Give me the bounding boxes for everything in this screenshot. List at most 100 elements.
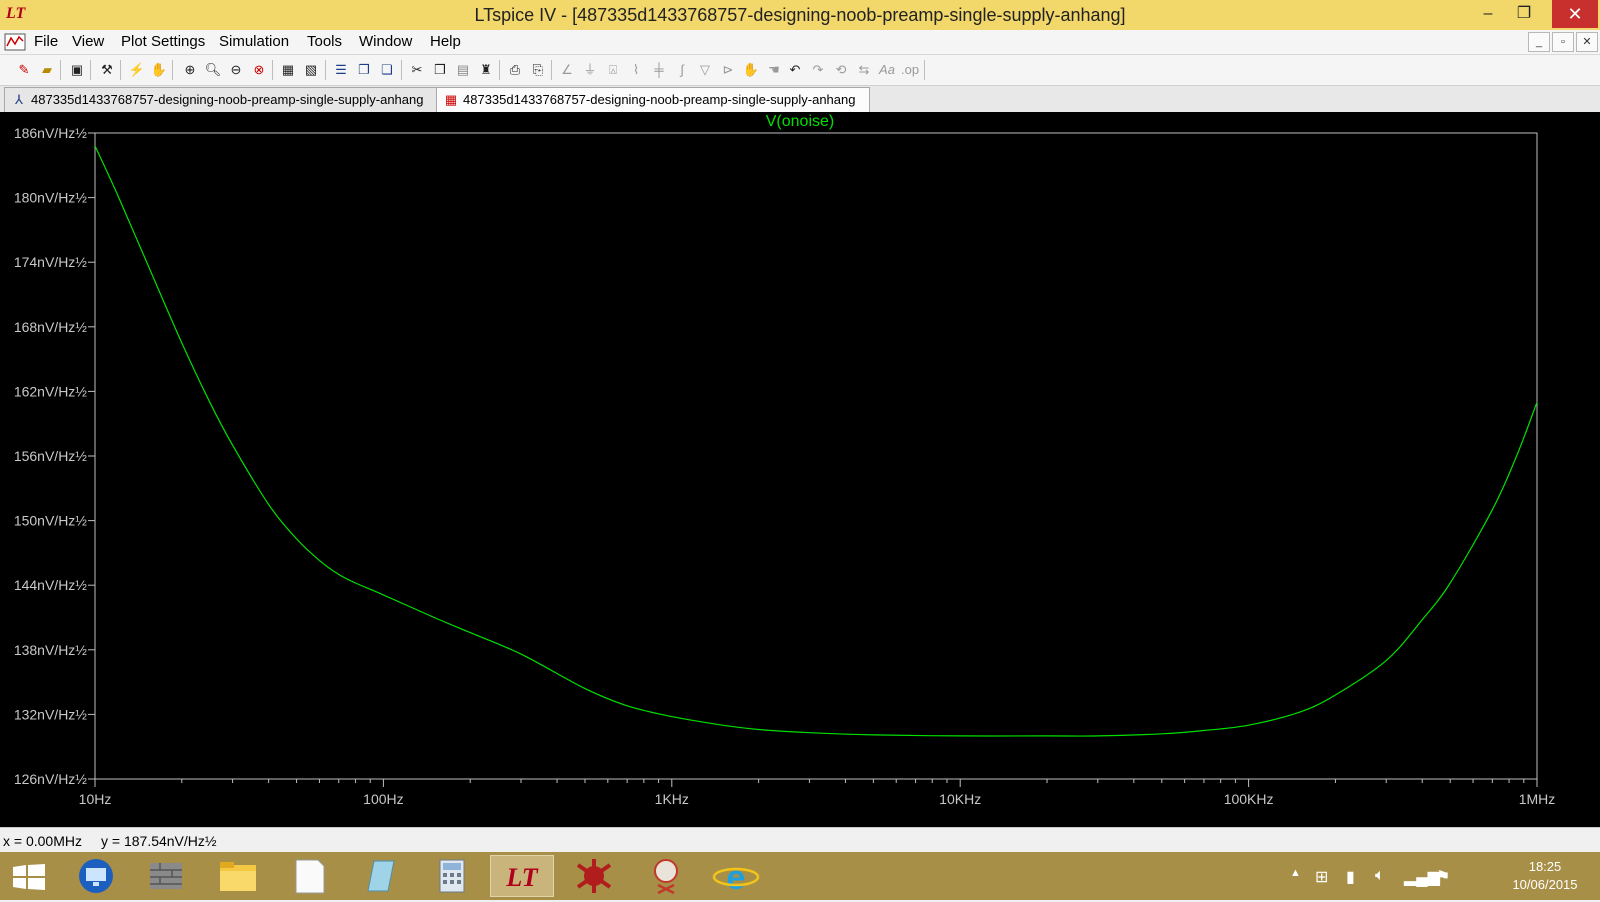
tile-horizontal-icon[interactable]: ☰	[332, 61, 350, 79]
component-icon[interactable]: ⊳	[719, 61, 737, 79]
ground-icon[interactable]: ⏚	[581, 61, 599, 79]
start-icon[interactable]	[13, 864, 45, 890]
tab-schematic[interactable]: ⅄ 487335d1433768757-designing-noob-preamp…	[4, 87, 438, 112]
find-icon[interactable]: ♜	[477, 61, 495, 79]
drag-icon[interactable]: ☚	[765, 61, 783, 79]
redo-icon[interactable]: ↷	[809, 61, 827, 79]
network-signal-icon[interactable]: ▂▄▆	[1404, 867, 1440, 887]
waveform-window-icon[interactable]	[4, 32, 26, 52]
mdi-restore-button[interactable]: ▫	[1552, 32, 1574, 52]
clock-time: 18:25	[1528, 859, 1562, 874]
print-icon[interactable]: ⎘	[529, 61, 547, 79]
tab-label: 487335d1433768757-designing-noob-preamp-…	[463, 92, 856, 107]
system-clock[interactable]: 18:25 10/06/2015	[1500, 858, 1590, 894]
menu-help[interactable]: Help	[430, 33, 461, 50]
y-tick-label: 180nV/Hz½	[14, 190, 87, 206]
run-icon[interactable]: ⚡	[128, 61, 146, 79]
toolbar-separator	[60, 60, 61, 80]
notepad-icon[interactable]	[348, 855, 412, 897]
inductor-icon[interactable]: ∫	[673, 61, 691, 79]
file-explorer-icon[interactable]	[206, 855, 270, 897]
minimize-button[interactable]: –	[1470, 0, 1506, 28]
resistor-icon[interactable]: ⌇	[627, 61, 645, 79]
zoom-cancel-icon[interactable]: ⊗	[250, 61, 268, 79]
internet-explorer-icon[interactable]: e	[704, 855, 768, 897]
ltspice-icon[interactable]: LT	[490, 855, 554, 897]
save-icon[interactable]: ▣	[68, 61, 86, 79]
zoom-box-icon[interactable]: 🔍︎	[204, 61, 222, 79]
mirror-icon[interactable]: ⇆	[855, 61, 873, 79]
y-tick-label: 132nV/Hz½	[14, 706, 87, 722]
wire-icon[interactable]: ∠	[558, 61, 576, 79]
window-title: LTspice IV - [487335d1433768757-designin…	[474, 5, 1126, 25]
tile-vertical-icon[interactable]: ❏	[378, 61, 396, 79]
calculator-icon[interactable]	[420, 855, 484, 897]
zoom-out-icon[interactable]: ⊖	[227, 61, 245, 79]
cut-icon[interactable]: ✂	[408, 61, 426, 79]
noise-chart[interactable]: 186nV/Hz½ 180nV/Hz½ 174nV/Hz½ 168nV/Hz½ 162n…	[0, 112, 1600, 827]
waveform-plot[interactable]: V(onoise) 186nV/Hz½ 180nV/Hz½ 174nV/Hz½ 168…	[0, 112, 1600, 827]
x-tick-label: 1KHz	[655, 791, 689, 807]
cascade-icon[interactable]: ❐	[355, 61, 373, 79]
menu-simulation[interactable]: Simulation	[219, 33, 289, 50]
menu-window[interactable]: Window	[359, 33, 412, 50]
schematic-icon: ⅄	[15, 92, 23, 107]
print-preview-icon[interactable]: ⎙	[506, 61, 524, 79]
notification-flag-icon[interactable]: ⚑	[1436, 867, 1450, 887]
new-schematic-icon[interactable]: ✎	[15, 61, 33, 79]
menu-file[interactable]: File	[34, 33, 58, 50]
spice-directive-icon[interactable]: .op	[901, 61, 919, 79]
tab-waveform[interactable]: ▦ 487335d1433768757-designing-noob-preamp…	[436, 87, 870, 112]
y-tick-label: 174nV/Hz½	[14, 254, 87, 270]
y-tick-label: 144nV/Hz½	[14, 577, 87, 593]
label-icon[interactable]: ⍓	[604, 61, 622, 79]
cursor-x-readout: x = 0.00MHz	[3, 833, 82, 849]
maximize-button[interactable]: ❐	[1506, 0, 1542, 28]
toolbar-separator	[401, 60, 402, 80]
show-hidden-icons-icon[interactable]: ▲	[1290, 867, 1301, 879]
rotate-icon[interactable]: ⟲	[832, 61, 850, 79]
firewall-icon[interactable]	[134, 855, 198, 897]
toolbar-separator	[272, 60, 273, 80]
copy-icon[interactable]: ❒	[431, 61, 449, 79]
bug-app-icon[interactable]	[562, 855, 626, 897]
diode-icon[interactable]: ▽	[696, 61, 714, 79]
menu-tools[interactable]: Tools	[307, 33, 342, 50]
tab-label: 487335d1433768757-designing-noob-preamp-…	[31, 92, 424, 107]
undo-icon[interactable]: ↶	[786, 61, 804, 79]
toolbar-separator	[924, 60, 925, 80]
remote-desktop-icon[interactable]	[64, 855, 128, 897]
svg-text:e: e	[727, 859, 746, 897]
x-tick-label: 10KHz	[939, 791, 981, 807]
text-icon[interactable]: Aa	[878, 61, 896, 79]
control-panel-icon[interactable]: ⚒	[98, 61, 116, 79]
autorange-icon[interactable]: ▦	[279, 61, 297, 79]
trace-v-onoise[interactable]	[94, 145, 1538, 737]
close-button[interactable]: ✕	[1552, 0, 1598, 28]
halt-icon[interactable]: ✋	[150, 61, 168, 79]
open-icon[interactable]: ▰	[38, 61, 56, 79]
zoom-in-icon[interactable]: ⊕	[181, 61, 199, 79]
zoom-extents-icon[interactable]: ▧	[302, 61, 320, 79]
svg-text:LT: LT	[505, 863, 538, 892]
action-center-flag-icon[interactable]: ⊞	[1315, 867, 1328, 887]
taskbar: LT e ▲ ⊞ ▮ 🔈︎ ▂▄▆ ⚑ 18:25 10/06/2015	[0, 852, 1600, 900]
menu-view[interactable]: View	[72, 33, 104, 50]
snipping-tool-icon[interactable]	[634, 855, 698, 897]
document-icon[interactable]	[278, 855, 342, 897]
document-tab-strip: ⅄ 487335d1433768757-designing-noob-preamp…	[0, 86, 1600, 113]
mdi-close-button[interactable]: ✕	[1576, 32, 1598, 52]
menu-plot-settings[interactable]: Plot Settings	[121, 33, 205, 50]
move-icon[interactable]: ✋	[742, 61, 760, 79]
menu-bar: File View Plot Settings Simulation Tools…	[0, 30, 1600, 55]
cursor-y-readout: y = 187.54nV/Hz½	[101, 833, 217, 849]
y-tick-label: 138nV/Hz½	[14, 642, 87, 658]
status-bar: x = 0.00MHz y = 187.54nV/Hz½	[0, 827, 1600, 853]
mdi-minimize-button[interactable]: _	[1528, 32, 1550, 52]
clock-date: 10/06/2015	[1512, 877, 1578, 892]
paste-icon[interactable]: ▤	[454, 61, 472, 79]
volume-icon[interactable]: 🔈︎	[1375, 867, 1385, 885]
battery-icon[interactable]: ▮	[1346, 867, 1355, 887]
plot-frame	[94, 132, 1538, 780]
capacitor-icon[interactable]: ╪	[650, 61, 668, 79]
